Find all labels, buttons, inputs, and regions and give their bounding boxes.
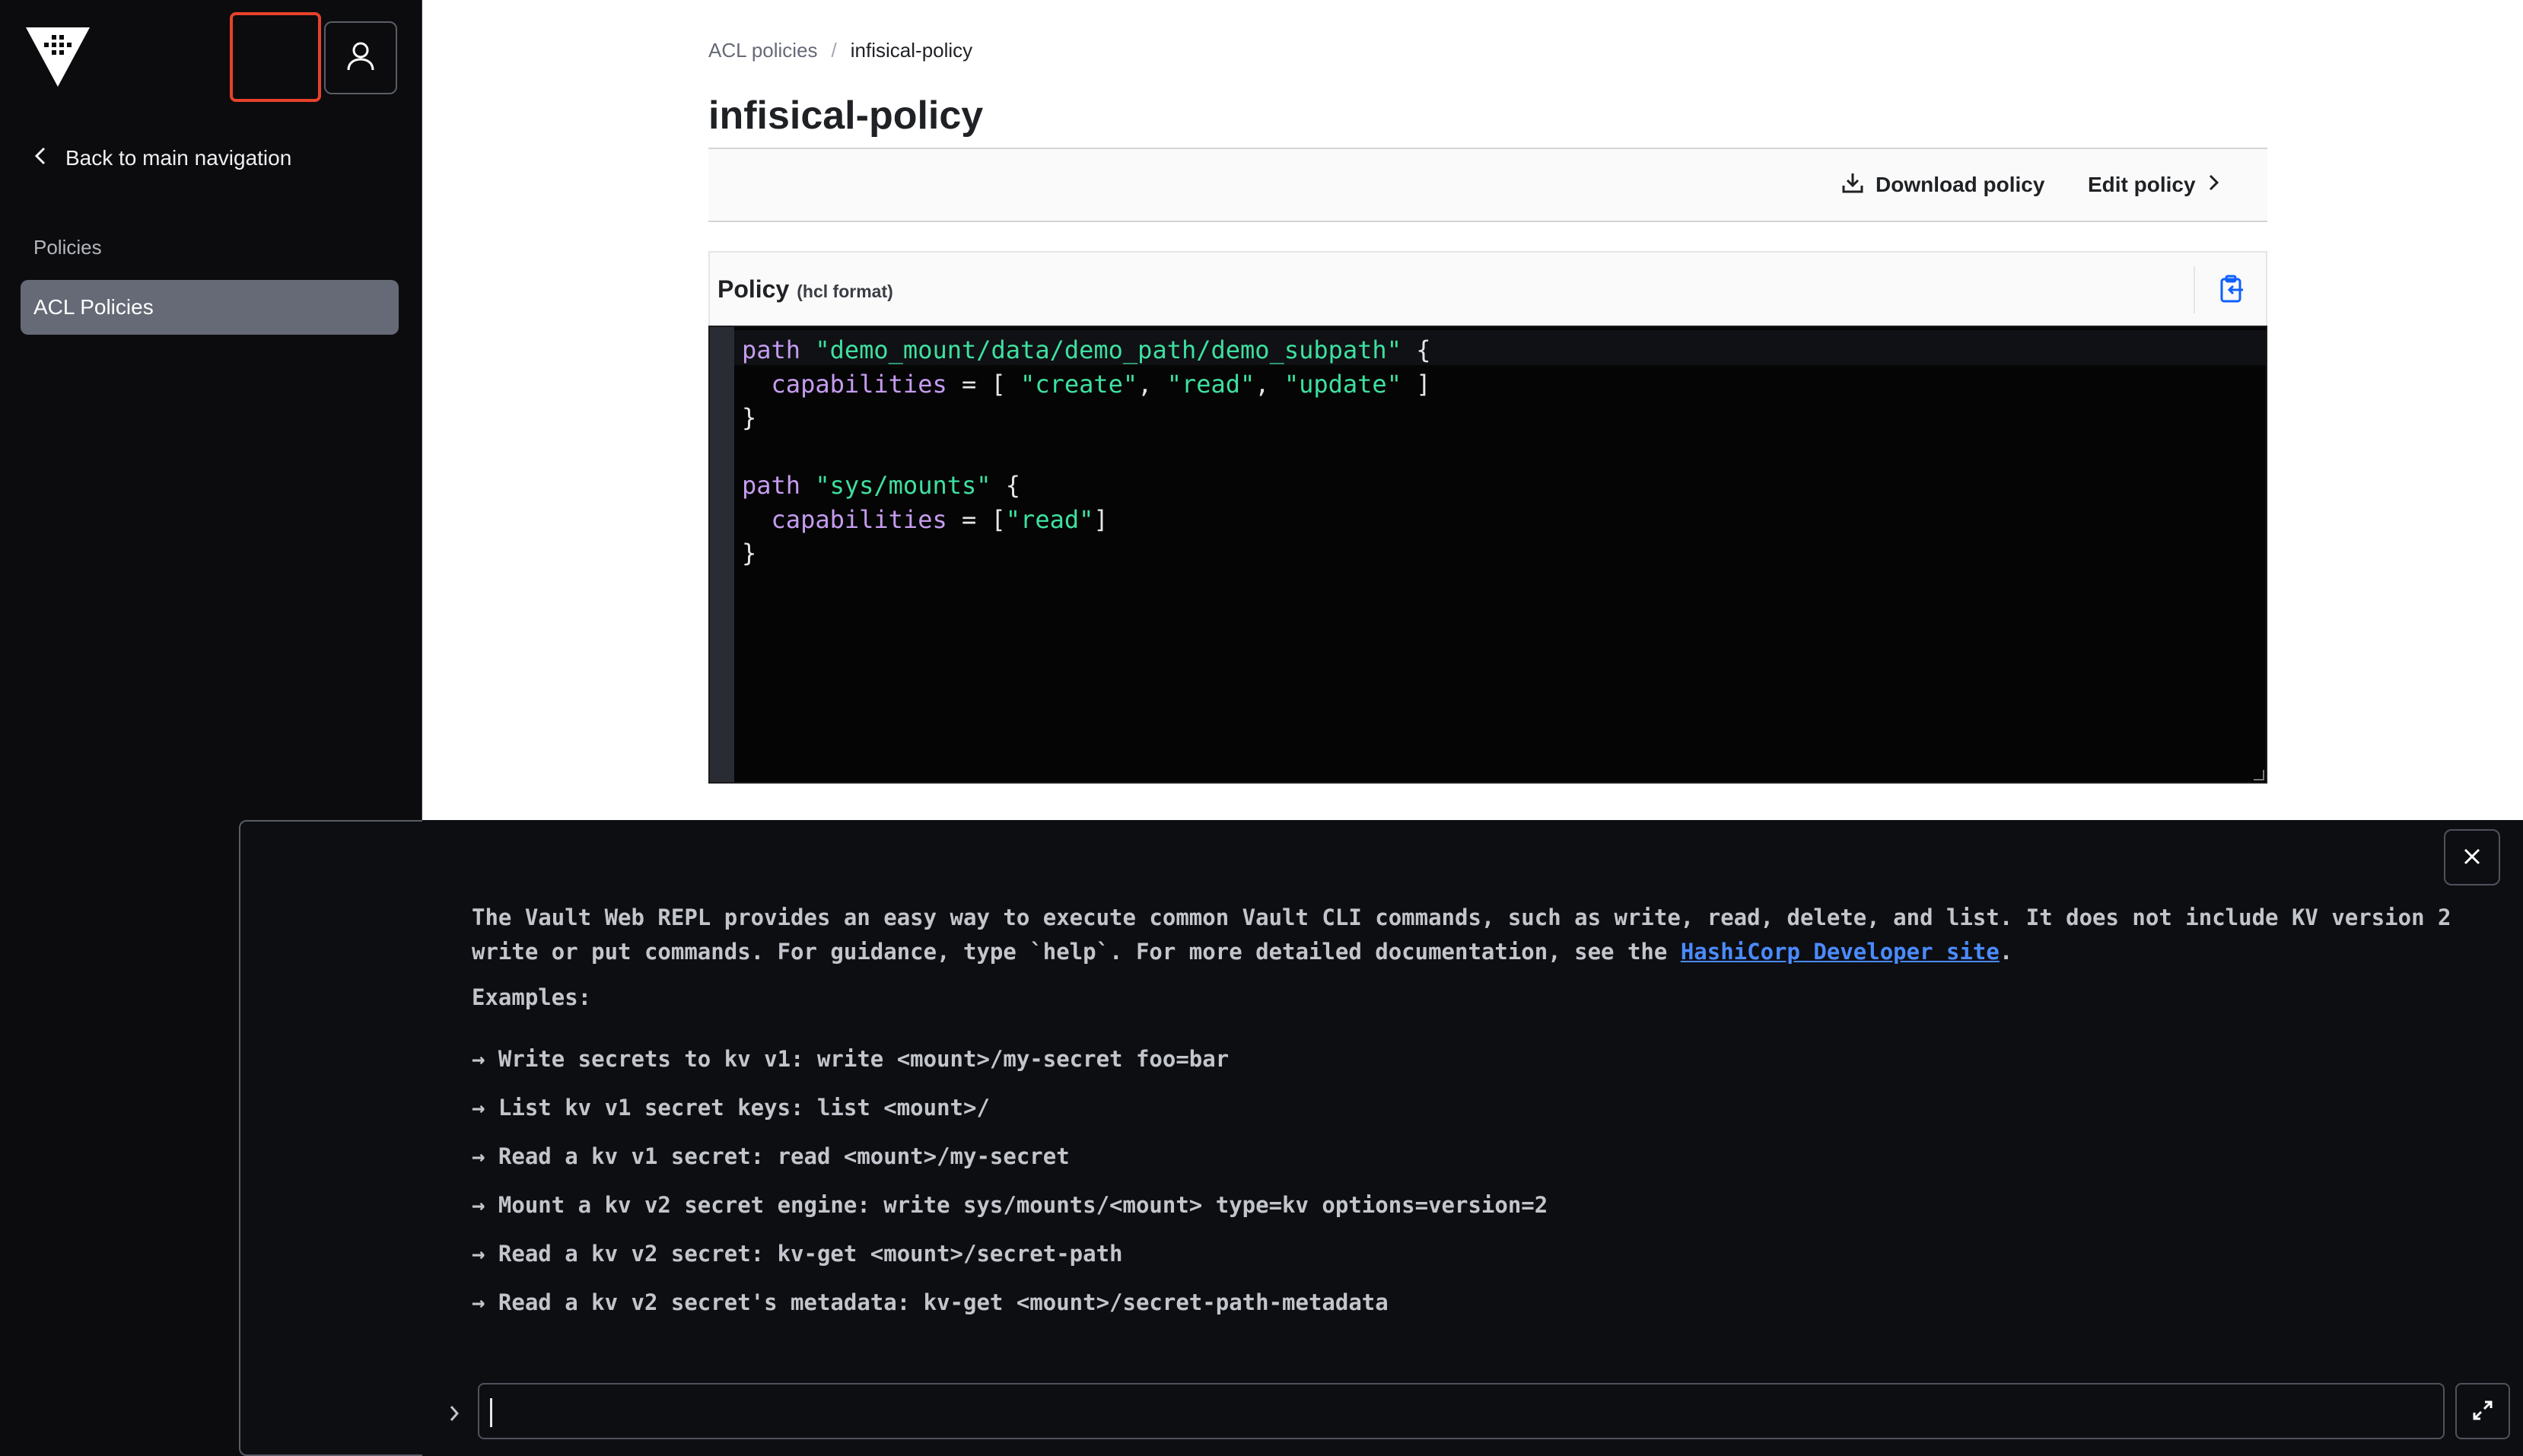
vault-logo-icon[interactable] xyxy=(26,27,90,87)
copy-divider xyxy=(2194,266,2195,313)
breadcrumb-acl-policies-link[interactable]: ACL policies xyxy=(708,39,818,62)
console-intro-text: The Vault Web REPL provides an easy way … xyxy=(472,904,2451,965)
code-text: = [ xyxy=(947,504,1006,534)
example-item: → Read a kv v1 secret: read <mount>/my-s… xyxy=(472,1143,1070,1169)
sidebar-section-heading: Policies xyxy=(33,236,102,259)
code-text: , xyxy=(1137,369,1167,399)
download-icon xyxy=(1841,170,1865,200)
code-string: "sys/mounts" xyxy=(815,471,991,500)
download-policy-button[interactable]: Download policy xyxy=(1841,149,2044,221)
code-keyword: capabilities xyxy=(771,504,947,534)
code-string: "demo_mount/data/demo_path/demo_subpath" xyxy=(815,335,1401,364)
chevron-left-icon xyxy=(33,145,47,172)
sidebar-item-acl-policies[interactable]: ACL Policies xyxy=(21,280,399,335)
console-intro-end: . xyxy=(1999,939,2013,965)
page-title: infisical-policy xyxy=(708,94,984,138)
breadcrumb-separator: / xyxy=(831,38,837,62)
sidebar-item-label: ACL Policies xyxy=(33,295,154,319)
example-item: → List kv v1 secret keys: list <mount>/ xyxy=(472,1095,990,1121)
breadcrumb: ACL policies / infisical-policy xyxy=(708,37,972,64)
sidebar: Back to main navigation Policies ACL Pol… xyxy=(0,0,2340,1456)
expand-icon xyxy=(2471,1399,2494,1424)
examples-list: → Write secrets to kv v1: write <mount>/… xyxy=(472,1044,1548,1336)
example-item: → Write secrets to kv v1: write <mount>/… xyxy=(472,1046,1230,1072)
code-keyword: capabilities xyxy=(771,369,947,399)
breadcrumb-current: infisical-policy xyxy=(850,38,973,62)
code-text: = [ xyxy=(947,369,1021,399)
web-repl-console: The Vault Web REPL provides an easy way … xyxy=(422,820,2523,1456)
back-to-main-navigation-link[interactable]: Back to main navigation xyxy=(33,141,291,175)
back-link-label: Back to main navigation xyxy=(65,146,292,170)
clipboard-icon xyxy=(2219,275,2245,306)
example-item: → Read a kv v2 secret: kv-get <mount>/se… xyxy=(472,1241,1123,1267)
policy-header: Policy (hcl format) xyxy=(708,251,2267,326)
prompt-chevron-icon xyxy=(439,1398,469,1429)
policy-code[interactable]: path "demo_mount/data/demo_path/demo_sub… xyxy=(742,333,1430,571)
example-item: → Mount a kv v2 secret engine: write sys… xyxy=(472,1192,1548,1218)
user-icon xyxy=(344,40,377,77)
code-text: ] xyxy=(1401,369,1431,399)
close-icon xyxy=(2462,847,2482,869)
hashicorp-developer-site-link[interactable]: HashiCorp Developer site xyxy=(1681,939,2000,965)
console-button-highlight xyxy=(230,12,321,102)
code-string: "read" xyxy=(1166,369,1255,399)
editor-gutter xyxy=(710,327,734,782)
policy-code-editor[interactable]: path "demo_mount/data/demo_path/demo_sub… xyxy=(708,326,2267,784)
code-text: { xyxy=(1401,335,1431,364)
policy-format-note: (hcl format) xyxy=(797,281,893,301)
code-text: { xyxy=(991,471,1021,500)
policy-label: Policy (hcl format) xyxy=(717,275,893,304)
code-string: "update" xyxy=(1284,369,1401,399)
example-item: → Read a kv v2 secret's metadata: kv-get… xyxy=(472,1289,1389,1315)
policy-label-text: Policy xyxy=(717,275,790,303)
policy-toolbar: Download policy Edit policy xyxy=(708,148,2267,222)
code-string: "read" xyxy=(1005,504,1094,534)
console-command-input[interactable] xyxy=(478,1383,2445,1439)
edit-policy-button[interactable]: Edit policy xyxy=(2088,149,2220,221)
fullscreen-console-button[interactable] xyxy=(2455,1383,2510,1439)
text-cursor xyxy=(490,1398,492,1427)
code-string: "create" xyxy=(1020,369,1138,399)
copy-policy-button[interactable] xyxy=(2215,272,2250,307)
code-text: } xyxy=(742,403,757,432)
chevron-right-icon xyxy=(2206,172,2220,199)
code-text: , xyxy=(1255,369,1284,399)
console-intro: The Vault Web REPL provides an easy way … xyxy=(472,901,2480,969)
close-console-button[interactable] xyxy=(2444,829,2500,885)
edit-policy-label: Edit policy xyxy=(2088,173,2196,196)
code-text: } xyxy=(742,539,757,567)
code-keyword: path xyxy=(742,335,801,364)
examples-title: Examples: xyxy=(472,984,592,1010)
download-policy-label: Download policy xyxy=(1876,173,2045,196)
editor-resize-handle[interactable] xyxy=(2254,770,2264,780)
user-menu-button[interactable] xyxy=(324,21,397,94)
code-text: ] xyxy=(1093,504,1109,534)
code-keyword: path xyxy=(742,471,801,500)
